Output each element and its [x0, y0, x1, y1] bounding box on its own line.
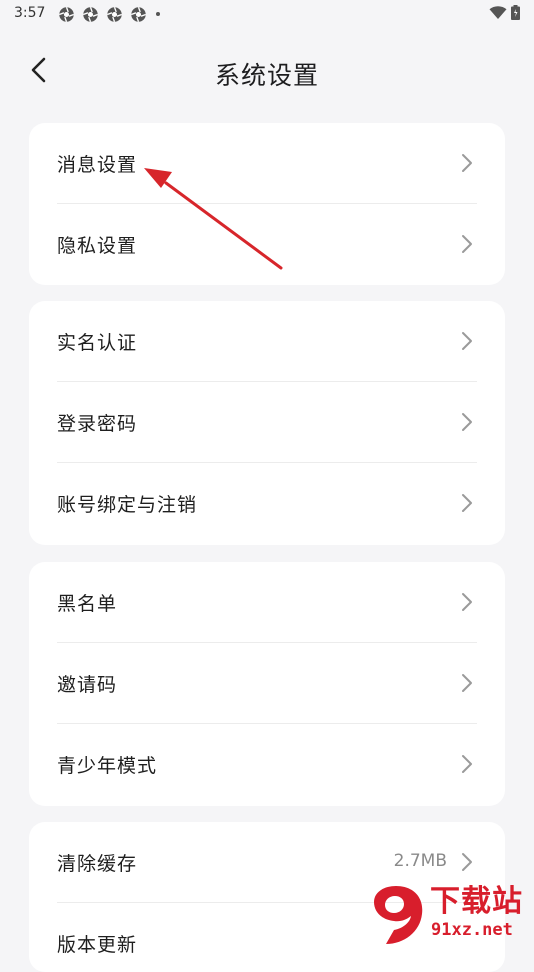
setting-item-label: 实名认证 — [57, 332, 138, 354]
watermark-site: 91xz.net — [431, 920, 513, 940]
setting-item-label: 登录密码 — [57, 413, 138, 435]
status-time: 3:57 — [14, 5, 46, 21]
setting-item-privacy-settings[interactable]: 隐私设置 — [29, 204, 505, 285]
watermark-logo-icon — [374, 886, 423, 944]
page-title: 系统设置 — [214, 61, 319, 90]
settings-group-safety: 黑名单 邀请码 青少年模式 — [29, 562, 505, 806]
setting-item-label: 清除缓存 — [57, 853, 138, 875]
chevron-right-icon — [462, 332, 472, 350]
app-header: 系统设置 — [0, 44, 534, 96]
settings-group-notifications: 消息设置 隐私设置 — [29, 123, 505, 285]
setting-item-label: 账号绑定与注销 — [57, 494, 198, 516]
setting-item-label: 青少年模式 — [57, 755, 158, 777]
notification-icons — [58, 5, 160, 23]
chevron-right-icon — [462, 154, 472, 172]
setting-item-label: 版本更新 — [57, 934, 138, 956]
setting-item-teen-mode[interactable]: 青少年模式 — [29, 724, 505, 805]
chevron-right-icon — [462, 413, 472, 431]
setting-item-label: 隐私设置 — [57, 235, 138, 257]
aperture-icon — [107, 6, 122, 22]
setting-item-invite-code[interactable]: 邀请码 — [29, 643, 505, 724]
setting-item-login-password[interactable]: 登录密码 — [29, 382, 505, 463]
wifi-icon — [489, 5, 507, 19]
cache-size-value: 2.7MB — [393, 851, 447, 871]
setting-item-label: 消息设置 — [57, 154, 138, 176]
site-watermark: 下载站 91xz.net — [358, 870, 534, 950]
chevron-right-icon — [462, 674, 472, 692]
aperture-icon — [59, 6, 74, 22]
chevron-right-icon — [462, 235, 472, 253]
chevron-right-icon — [462, 494, 472, 512]
chevron-right-icon — [462, 853, 472, 871]
status-bar: 3:57 — [0, 0, 534, 28]
settings-group-account: 实名认证 登录密码 账号绑定与注销 — [29, 301, 505, 545]
aperture-icon — [131, 6, 146, 22]
chevron-right-icon — [462, 755, 472, 773]
dot-icon — [156, 12, 160, 16]
aperture-icon — [83, 6, 98, 22]
setting-item-label: 邀请码 — [57, 674, 118, 696]
battery-icon — [511, 5, 520, 20]
setting-item-real-name-verification[interactable]: 实名认证 — [29, 301, 505, 382]
setting-item-blacklist[interactable]: 黑名单 — [29, 562, 505, 643]
setting-item-message-settings[interactable]: 消息设置 — [29, 123, 505, 204]
setting-item-label: 黑名单 — [57, 593, 118, 615]
watermark-brand: 下载站 — [430, 884, 523, 919]
chevron-right-icon — [462, 593, 472, 611]
setting-item-account-binding[interactable]: 账号绑定与注销 — [29, 463, 505, 544]
